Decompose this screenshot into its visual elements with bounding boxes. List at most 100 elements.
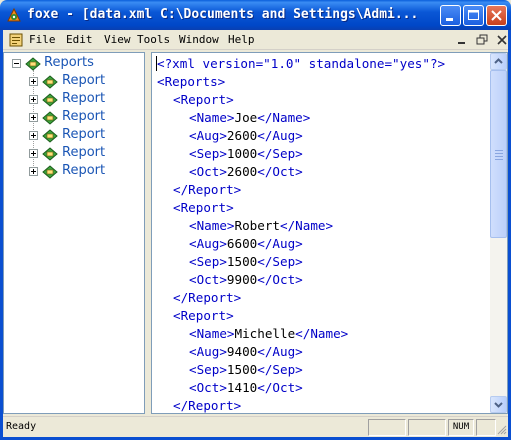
minimize-button[interactable] (440, 5, 461, 26)
menu-file[interactable]: File (29, 33, 56, 46)
child-minimize-icon[interactable] (455, 33, 469, 47)
tree-node-report[interactable]: Report (62, 109, 105, 124)
xml-tag: <Reports> (157, 74, 226, 89)
scroll-up-icon (494, 58, 503, 64)
code-line[interactable]: </Report> (173, 181, 241, 199)
child-close-icon[interactable] (495, 33, 509, 47)
xml-tag: <Aug> (189, 344, 227, 359)
title-bar[interactable]: foxe - [data.xml C:\Documents and Settin… (0, 0, 511, 30)
xml-node-icon (42, 75, 58, 89)
maximize-button[interactable] (463, 5, 484, 26)
expand-toggle[interactable] (29, 95, 38, 104)
element-value: 1500 (226, 254, 258, 269)
scroll-up-button[interactable] (490, 53, 507, 70)
xml-node-icon (42, 147, 58, 161)
xml-tag: </Sep> (257, 146, 303, 161)
code-line[interactable]: <Reports> (157, 73, 225, 91)
xml-tag: <Sep> (189, 362, 227, 377)
minimize-icon (446, 18, 453, 21)
xml-tag: <Oct> (189, 164, 227, 179)
xml-tag: </Aug> (257, 236, 303, 251)
scroll-thumb[interactable] (490, 70, 507, 238)
code-line[interactable]: <Report> (173, 307, 234, 325)
close-button[interactable] (486, 5, 507, 26)
scroll-down-button[interactable] (490, 396, 507, 413)
code-line[interactable]: <Oct>2600</Oct> (189, 163, 303, 181)
menu-tools[interactable]: Tools (137, 33, 170, 46)
expand-toggle[interactable] (29, 131, 38, 140)
code-line[interactable]: <Report> (173, 199, 234, 217)
code-line[interactable]: <Oct>9900</Oct> (189, 271, 303, 289)
menu-bar: File Edit View Tools Window Help (3, 30, 508, 50)
code-line[interactable]: <Aug>6600</Aug> (189, 235, 303, 253)
code-line[interactable]: <Sep>1500</Sep> (189, 253, 303, 271)
tree-node-report[interactable]: Report (62, 91, 105, 106)
element-value: Robert (234, 218, 281, 233)
status-text: Ready (6, 421, 37, 432)
status-cell (476, 419, 496, 436)
xml-tag: <Report> (173, 200, 234, 215)
xml-tag: </Name> (280, 218, 334, 233)
tree-view[interactable]: Reports Report Report Report Report Repo… (3, 52, 145, 414)
code-line[interactable]: <Oct>1410</Oct> (189, 379, 303, 397)
expand-toggle[interactable] (29, 113, 38, 122)
child-restore-icon[interactable] (475, 33, 489, 47)
xml-tag: <?xml version="1.0" standalone="yes"?> (157, 56, 446, 71)
code-line[interactable]: <Sep>1000</Sep> (189, 145, 303, 163)
vertical-scrollbar[interactable] (490, 53, 507, 413)
code-line[interactable]: <Report> (173, 91, 234, 109)
xml-tag: <Sep> (189, 254, 227, 269)
xml-tag: <Name> (189, 110, 235, 125)
status-cell (408, 419, 446, 436)
code-line[interactable]: <Name>Michelle</Name> (189, 325, 348, 343)
element-value: 1000 (226, 146, 258, 161)
xml-tag: </Aug> (257, 128, 303, 143)
code-line[interactable]: <?xml version="1.0" standalone="yes"?> (157, 55, 445, 73)
code-line[interactable]: <Name>Robert</Name> (189, 217, 333, 235)
menu-window[interactable]: Window (179, 33, 219, 46)
code-line[interactable]: <Name>Joe</Name> (189, 109, 310, 127)
xml-tag: </Oct> (257, 380, 303, 395)
code-line[interactable]: <Sep>1500</Sep> (189, 361, 303, 379)
xml-tag: <Report> (173, 308, 234, 323)
tree-node-reports[interactable]: Reports (44, 55, 94, 70)
element-value: 2600 (226, 128, 258, 143)
grip-line (495, 156, 503, 157)
code-line[interactable]: <Aug>9400</Aug> (189, 343, 303, 361)
close-icon (491, 10, 502, 21)
xml-tag: </Report> (173, 290, 242, 305)
status-bar: Ready NUM (3, 416, 508, 437)
xml-tag: <Name> (189, 218, 235, 233)
xml-tag: </Oct> (257, 272, 303, 287)
xml-tag: <Name> (189, 326, 235, 341)
element-value: 9400 (226, 344, 258, 359)
element-value: Joe (234, 110, 258, 125)
code-line[interactable]: </Report> (173, 289, 241, 307)
grip-line (495, 159, 503, 160)
document-icon[interactable] (9, 33, 23, 47)
xml-tag: <Oct> (189, 272, 227, 287)
foxe-app-icon[interactable] (6, 7, 22, 23)
expand-toggle[interactable] (29, 167, 38, 176)
root-collapse-toggle[interactable] (12, 59, 21, 68)
resize-grip-icon[interactable] (496, 424, 507, 435)
menu-view[interactable]: View (104, 33, 131, 46)
xml-node-icon (25, 57, 41, 71)
expand-toggle[interactable] (29, 77, 38, 86)
xml-tag: </Report> (173, 398, 242, 413)
xml-editor[interactable]: <?xml version="1.0" standalone="yes"?> <R… (151, 52, 508, 414)
element-value: 2600 (226, 164, 258, 179)
code-line[interactable]: </Report> (173, 397, 242, 413)
tree-node-report[interactable]: Report (62, 145, 105, 160)
menu-edit[interactable]: Edit (66, 33, 93, 46)
menu-help[interactable]: Help (228, 33, 255, 46)
element-value: 1500 (226, 362, 258, 377)
tree-node-report[interactable]: Report (62, 163, 105, 178)
element-value: Michelle (234, 326, 296, 341)
code-line[interactable]: <Aug>2600</Aug> (189, 127, 303, 145)
tree-node-report[interactable]: Report (62, 73, 105, 88)
expand-toggle[interactable] (29, 149, 38, 158)
xml-tag: <Report> (173, 92, 234, 107)
tree-node-report[interactable]: Report (62, 127, 105, 142)
status-cell (368, 419, 406, 436)
